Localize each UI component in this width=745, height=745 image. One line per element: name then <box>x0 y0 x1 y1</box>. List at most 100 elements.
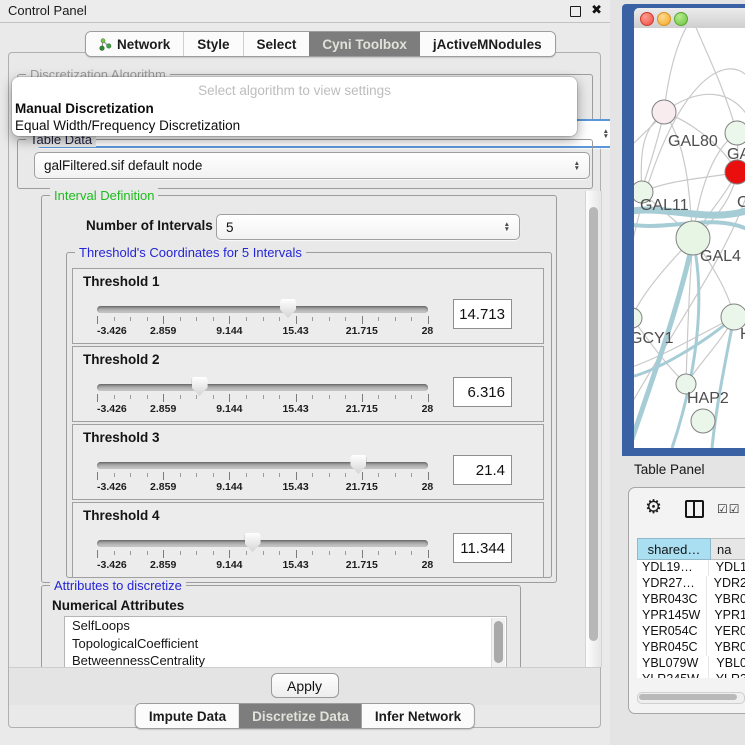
group-title-interval-definition: Interval Definition <box>50 188 158 203</box>
control-panel-titlebar: Control Panel ✖ <box>0 0 610 23</box>
axis-tick-label: 9.144 <box>216 481 242 493</box>
column-header-name[interactable]: na <box>711 538 745 560</box>
node-label: H <box>740 326 745 344</box>
tab-label: Network <box>117 37 170 52</box>
table-cell-shared-name[interactable]: YDR27… <box>637 576 706 592</box>
scrollbar-thumb[interactable] <box>589 207 598 641</box>
table-cell-name[interactable]: YER0 <box>706 624 745 640</box>
table-rows: YDL19… YDL1 YDR27… YDR2 YBR043C YBR0 YPR… <box>637 560 745 678</box>
axis-tick-label: 21.715 <box>346 559 378 571</box>
scrollbar-thumb[interactable] <box>639 694 737 700</box>
number-of-intervals-value: 5 <box>226 220 234 235</box>
axis-tick-label: 28 <box>422 325 434 337</box>
threshold-label: Threshold 1 <box>83 274 160 289</box>
tab-label: jActiveMNodules <box>433 37 542 52</box>
node-label: GA <box>727 146 745 164</box>
attribute-item[interactable]: TopologicalCoefficient <box>65 635 506 653</box>
number-of-intervals-select[interactable]: 5 ▲▼ <box>216 214 520 240</box>
network-node[interactable] <box>691 409 715 433</box>
network-node[interactable] <box>652 100 676 124</box>
list-scrollbar[interactable] <box>491 618 505 668</box>
table-cell-shared-name[interactable]: YPR145W <box>637 608 706 624</box>
axis-tick-label: 15.43 <box>282 481 308 493</box>
threshold-value[interactable]: 6.316 <box>453 377 512 407</box>
threshold-value[interactable]: 14.713 <box>453 299 512 329</box>
slider-track[interactable] <box>97 540 428 547</box>
network-window-titlebar <box>634 8 745 29</box>
tab-infer-network[interactable]: Infer Network <box>362 704 474 728</box>
table-row[interactable]: YBR043C YBR0 <box>637 592 745 608</box>
table-data-selected-value: galFiltered.sif default node <box>44 158 202 173</box>
table-cell-name[interactable]: YPR1 <box>706 608 745 624</box>
network-canvas[interactable]: GAL80GACGAL11GAL4GCY1HHAP2 <box>634 28 745 448</box>
table-cell-name[interactable]: YDL1 <box>708 560 745 576</box>
network-node[interactable] <box>725 121 745 145</box>
tab-cyni-toolbox[interactable]: Cyni Toolbox <box>309 32 420 56</box>
table-cell-shared-name[interactable]: YBL079W <box>637 656 708 672</box>
table-cell-name[interactable]: YBL0 <box>708 656 745 672</box>
table-cell-name[interactable]: YLR3 <box>708 672 745 678</box>
axis-tick-label: -3.426 <box>97 559 127 571</box>
threshold-value[interactable]: 21.4 <box>453 455 512 485</box>
slider-axis-labels: -3.4262.8599.14415.4321.71528 <box>97 403 428 416</box>
tab-impute-data[interactable]: Impute Data <box>136 704 239 728</box>
slider-track[interactable] <box>97 384 428 391</box>
table-cell-shared-name[interactable]: YLR345W <box>637 672 708 678</box>
table-cell-shared-name[interactable]: YDL19… <box>637 560 708 576</box>
table-row[interactable]: YBL079W YBL0 <box>637 656 745 672</box>
column-layout-icon[interactable] <box>685 500 704 518</box>
axis-tick-label: 15.43 <box>282 559 308 571</box>
node-label: GAL11 <box>640 197 689 215</box>
attribute-item[interactable]: SelfLoops <box>65 617 506 635</box>
column-header-shared-name[interactable]: shared… <box>637 538 711 560</box>
attributes-group: Attributes to discretize Numerical Attri… <box>41 585 521 668</box>
mac-zoom-icon[interactable] <box>674 12 688 26</box>
axis-tick-label: 28 <box>422 403 434 415</box>
spinner-arrows-icon: ▲▼ <box>603 129 609 139</box>
table-row[interactable]: YPR145W YPR1 <box>637 608 745 624</box>
network-node[interactable] <box>634 308 642 328</box>
table-row[interactable]: YER054C YER0 <box>637 624 745 640</box>
axis-tick-label: 2.859 <box>150 559 176 571</box>
table-row[interactable]: YLR345W YLR3 <box>637 672 745 678</box>
group-title-attributes: Attributes to discretize <box>50 578 186 593</box>
table-cell-name[interactable]: YBR0 <box>706 640 745 656</box>
gear-icon[interactable]: ⚙ <box>645 496 662 518</box>
table-row[interactable]: YDR27… YDR2 <box>637 576 745 592</box>
mac-minimize-icon[interactable] <box>657 12 671 26</box>
table-horizontal-scrollbar[interactable] <box>637 692 745 704</box>
table-cell-shared-name[interactable]: YBR043C <box>637 592 706 608</box>
tab-select[interactable]: Select <box>243 32 310 56</box>
scrollbar-thumb[interactable] <box>494 621 503 663</box>
table-row[interactable]: YDL19… YDL1 <box>637 560 745 576</box>
slider-track[interactable] <box>97 462 428 469</box>
axis-tick-label: 9.144 <box>216 559 242 571</box>
checkbox-filter-icons[interactable]: ☑☑ <box>717 502 741 516</box>
float-window-icon[interactable] <box>570 6 581 17</box>
apply-button[interactable]: Apply <box>271 673 339 698</box>
numerical-attributes-list[interactable]: SelfLoopsTopologicalCoefficientBetweenne… <box>64 616 507 670</box>
tab-style[interactable]: Style <box>183 32 242 56</box>
table-cell-name[interactable]: YBR0 <box>706 592 745 608</box>
tab-label: Style <box>197 37 229 52</box>
tab-network[interactable]: Network <box>86 32 183 56</box>
slider-ticks <box>97 550 428 559</box>
popup-option-manual-discretization[interactable]: Manual Discretization <box>15 101 154 116</box>
axis-tick-label: 2.859 <box>150 403 176 415</box>
threshold-coordinates-group: Threshold's Coordinates for 5 Intervals … <box>66 252 552 578</box>
slider-axis-labels: -3.4262.8599.14415.4321.71528 <box>97 481 428 494</box>
table-cell-shared-name[interactable]: YBR045C <box>637 640 706 656</box>
mac-close-icon[interactable] <box>640 12 654 26</box>
slider-track[interactable] <box>97 306 428 313</box>
table-cell-name[interactable]: YDR2 <box>706 576 745 592</box>
popup-option-equal-width-frequency[interactable]: Equal Width/Frequency Discretization <box>15 118 240 133</box>
threshold-value[interactable]: 11.344 <box>453 533 512 563</box>
table-data-select[interactable]: galFiltered.sif default node ▲▼ <box>34 152 590 179</box>
close-icon[interactable]: ✖ <box>591 2 602 18</box>
table-row[interactable]: YBR045C YBR0 <box>637 640 745 656</box>
tab-discretize-data[interactable]: Discretize Data <box>239 704 362 728</box>
node-label: HAP2 <box>687 390 729 408</box>
panel-vertical-scrollbar[interactable] <box>585 191 602 667</box>
tab-jactivemnodules[interactable]: jActiveMNodules <box>420 32 555 56</box>
table-cell-shared-name[interactable]: YER054C <box>637 624 706 640</box>
